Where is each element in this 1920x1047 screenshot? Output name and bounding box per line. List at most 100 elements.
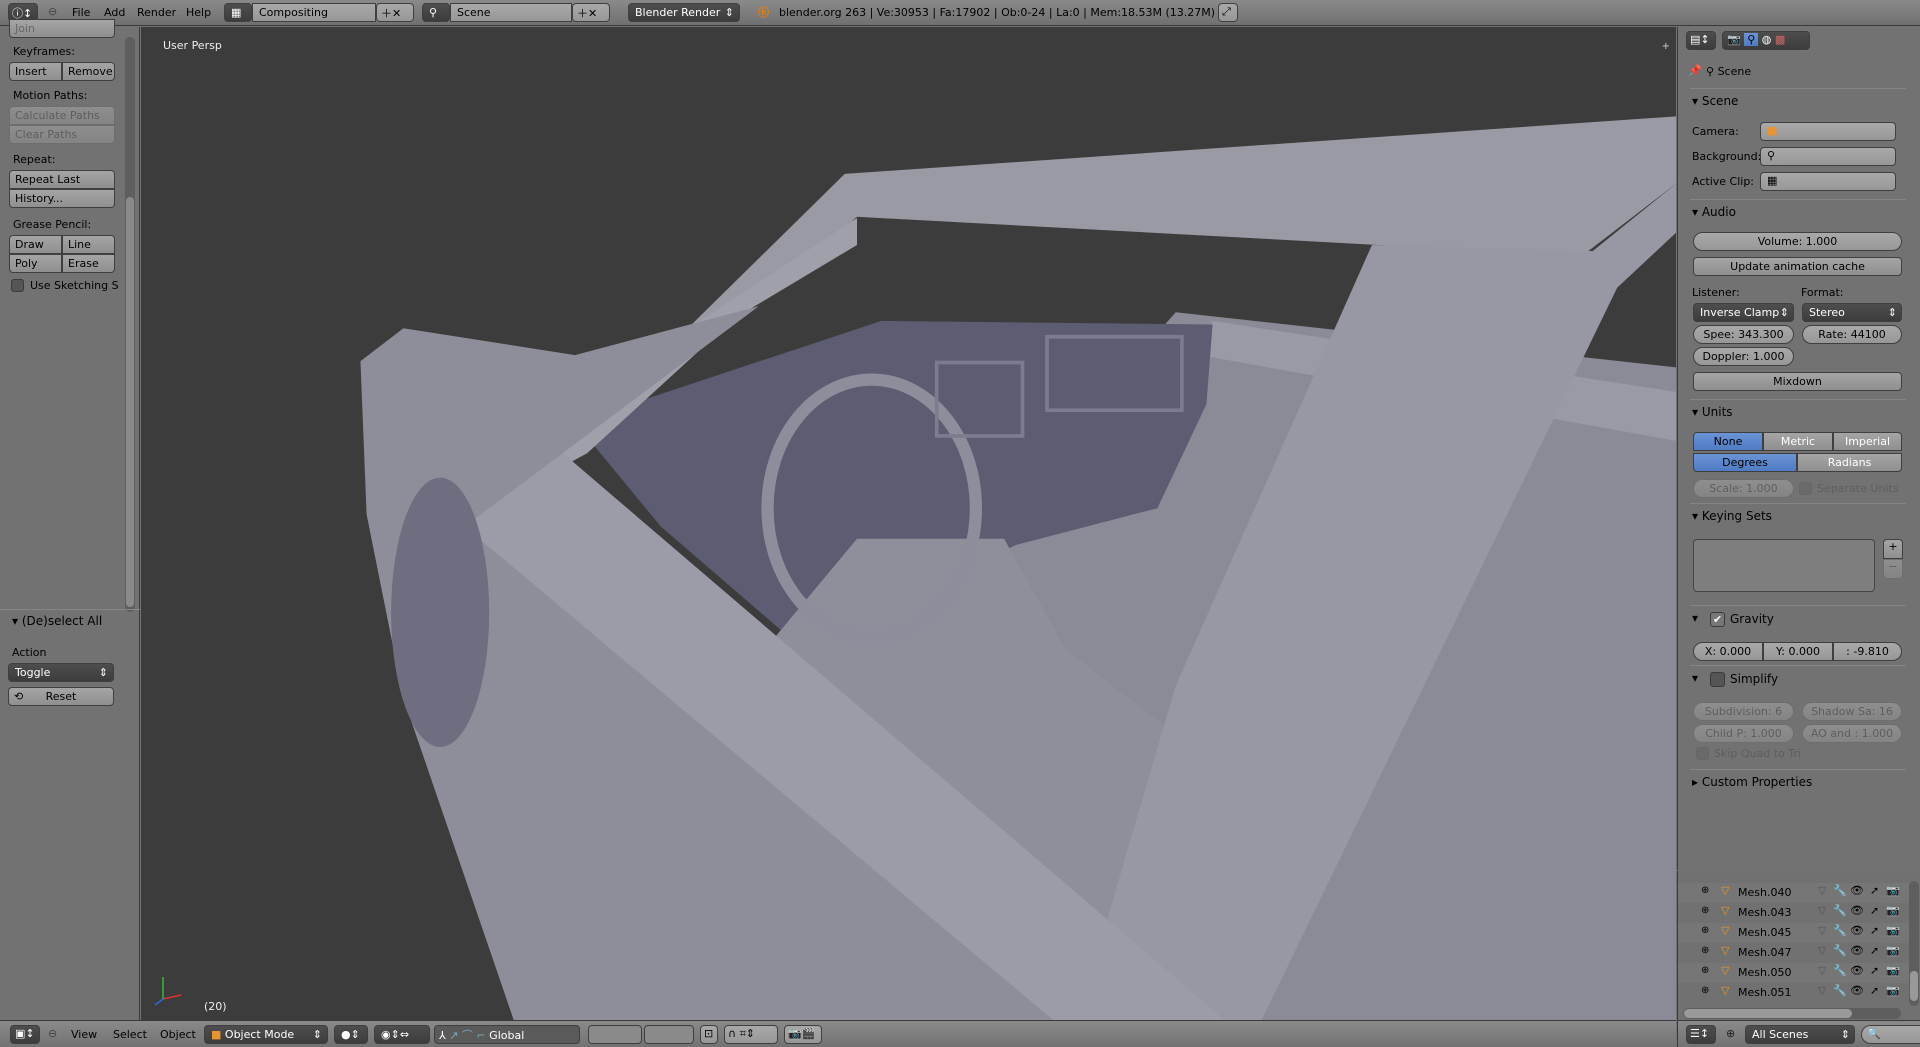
custom-properties-panel-header[interactable]: ▸ Custom Properties xyxy=(1692,775,1812,789)
lock-layers-icon[interactable]: ⊡ xyxy=(700,1025,718,1044)
scene-panel-header[interactable]: ▾ Scene xyxy=(1692,94,1738,108)
outliner-horizontal-scrollbar[interactable] xyxy=(1683,1008,1901,1019)
unit-metric-button[interactable]: Metric xyxy=(1763,432,1833,451)
degrees-button[interactable]: Degrees xyxy=(1693,453,1797,472)
camera-renderability-icon[interactable]: 📷 xyxy=(1886,964,1900,977)
properties-context-tabs[interactable]: 📷 ⚲ ◍ ▩ xyxy=(1722,31,1810,50)
expand-icon[interactable]: ⊕ xyxy=(1701,945,1709,956)
camera-renderability-icon[interactable]: 📷 xyxy=(1886,944,1900,957)
tool-shelf-scrollbar[interactable] xyxy=(125,37,135,612)
repeat-last-button[interactable]: Repeat Last xyxy=(9,170,115,189)
units-panel-header[interactable]: ▾ Units xyxy=(1692,405,1733,419)
translate-icon[interactable]: ↗ xyxy=(449,1029,458,1042)
viewport-shading-select[interactable]: ●⇕ xyxy=(334,1025,368,1044)
world-tab-icon[interactable]: ◍ xyxy=(1762,33,1772,46)
expand-icon[interactable]: ⊕ xyxy=(1701,925,1709,936)
magnet-icon[interactable]: ∩ xyxy=(728,1027,736,1040)
simplify-panel-header[interactable]: ▾ xyxy=(1692,671,1698,685)
outliner-item[interactable]: ⊕ ▽ Mesh.050 ▽ 🔧 👁 ➚ 📷 xyxy=(1678,963,1910,983)
rotate-icon[interactable]: ⌒ xyxy=(462,1029,473,1042)
pivot-point-select[interactable]: ◉⇕⇔ xyxy=(374,1025,430,1044)
camera-renderability-icon[interactable]: 📷 xyxy=(1886,904,1900,917)
unit-scale-field[interactable]: Scale: 1.000 xyxy=(1693,479,1794,498)
gravity-x-field[interactable]: X: 0.000 xyxy=(1693,642,1763,661)
camera-field[interactable]: ■ xyxy=(1760,122,1896,141)
outliner-item[interactable]: ⊕ ▽ Mesh.040 ▽ 🔧 👁 ➚ 📷 xyxy=(1678,883,1910,903)
erase-button[interactable]: Erase xyxy=(62,254,115,273)
remove-keying-set-icon[interactable]: − xyxy=(1883,559,1903,579)
orientation-value[interactable]: Global xyxy=(489,1029,524,1042)
insert-keyframe-button[interactable]: Insert xyxy=(9,62,62,81)
clear-paths-button[interactable]: Clear Paths xyxy=(9,125,115,144)
background-field[interactable]: ⚲ xyxy=(1760,147,1896,166)
menu-render[interactable]: Render xyxy=(137,6,176,19)
shadow-samples-field[interactable]: Shadow Sa: 16 xyxy=(1802,702,1902,721)
outliner-item-name[interactable]: Mesh.043 xyxy=(1738,906,1791,919)
menu-select[interactable]: Select xyxy=(113,1028,147,1041)
menu-add[interactable]: Add xyxy=(104,6,125,19)
collapse-menu-icon[interactable]: ⊕ xyxy=(1726,1027,1735,1040)
audio-panel-header[interactable]: ▾ Audio xyxy=(1692,205,1736,219)
close-icon[interactable]: ✕ xyxy=(392,7,401,20)
cursor-selectability-icon[interactable]: ➚ xyxy=(1870,924,1879,937)
gravity-panel-header[interactable]: ▾ xyxy=(1692,611,1698,625)
cursor-selectability-icon[interactable]: ➚ xyxy=(1870,904,1879,917)
speed-of-sound-field[interactable]: Spee: 343.300 xyxy=(1693,325,1794,344)
layers-grid-1[interactable] xyxy=(588,1025,642,1044)
render-engine-select[interactable]: Blender Render ⇕ xyxy=(628,3,740,22)
outliner-item[interactable]: ⊕ ▽ Mesh.043 ▽ 🔧 👁 ➚ 📷 xyxy=(1678,903,1910,923)
outliner-item[interactable]: ⊕ ▽ Mesh.045 ▽ 🔧 👁 ➚ 📷 xyxy=(1678,923,1910,943)
screen-layout-field[interactable]: Compositing xyxy=(252,3,376,22)
listener-select[interactable]: Inverse Clamp ⇕ xyxy=(1693,303,1794,322)
scale-icon[interactable]: ⌐ xyxy=(476,1029,485,1042)
draw-button[interactable]: Draw xyxy=(9,235,62,254)
line-button[interactable]: Line xyxy=(62,235,115,254)
outliner-item-name[interactable]: Mesh.050 xyxy=(1738,966,1791,979)
outliner-item[interactable]: ⊕ ▽ Mesh.047 ▽ 🔧 👁 ➚ 📷 xyxy=(1678,943,1910,963)
expand-icon[interactable]: ⊕ xyxy=(1701,885,1709,896)
cursor-selectability-icon[interactable]: ➚ xyxy=(1870,964,1879,977)
eye-visibility-icon[interactable]: 👁 xyxy=(1850,924,1864,937)
join-button[interactable]: Join xyxy=(9,19,115,38)
gravity-y-field[interactable]: Y: 0.000 xyxy=(1763,642,1833,661)
render-tab-icon[interactable]: 📷 xyxy=(1727,33,1741,46)
mode-select[interactable]: ■ Object Mode ⇕ xyxy=(204,1025,328,1044)
menu-file[interactable]: File xyxy=(72,6,90,19)
editor-type-properties-button[interactable]: ▤↕ xyxy=(1686,31,1716,50)
menu-view[interactable]: View xyxy=(71,1028,97,1041)
operator-panel-title[interactable]: ▾ (De)select All xyxy=(12,614,102,628)
subdivision-field[interactable]: Subdivision: 6 xyxy=(1693,702,1794,721)
format-select[interactable]: Stereo ⇕ xyxy=(1802,303,1902,322)
poly-button[interactable]: Poly xyxy=(9,254,62,273)
3d-viewport[interactable]: User Persp (20) + xyxy=(141,27,1676,1020)
unit-none-button[interactable]: None xyxy=(1693,432,1763,451)
rate-field[interactable]: Rate: 44100 xyxy=(1802,325,1902,344)
scene-add-remove[interactable]: ＋✕ xyxy=(572,3,610,22)
camera-renderability-icon[interactable]: 📷 xyxy=(1886,984,1900,997)
eye-visibility-icon[interactable]: 👁 xyxy=(1850,984,1864,997)
editor-type-outliner-button[interactable]: ☰↕ xyxy=(1686,1025,1716,1044)
scene-tab-icon[interactable]: ⚲ xyxy=(1744,33,1759,46)
outliner-item-name[interactable]: Mesh.045 xyxy=(1738,926,1791,939)
pin-icon[interactable]: 📌 xyxy=(1688,64,1702,77)
use-sketching-checkbox[interactable] xyxy=(11,279,24,292)
history-button[interactable]: History... xyxy=(9,189,115,208)
collapse-menu-icon[interactable]: ⊖ xyxy=(48,5,57,18)
doppler-field[interactable]: Doppler: 1.000 xyxy=(1693,347,1794,366)
fullscreen-icon[interactable]: ⤢ xyxy=(1218,3,1238,22)
snap-controls[interactable]: ∩ ⌗⇕ xyxy=(724,1025,778,1044)
calculate-paths-button[interactable]: Calculate Paths xyxy=(9,106,115,125)
outliner-item[interactable]: ⊕ ▽ Mesh.051 ▽ 🔧 👁 ➚ 📷 xyxy=(1678,983,1910,1003)
plus-icon[interactable]: ＋ xyxy=(577,7,588,20)
eye-visibility-icon[interactable]: 👁 xyxy=(1850,884,1864,897)
render-buttons[interactable]: 📷🎬 xyxy=(784,1025,822,1044)
cursor-selectability-icon[interactable]: ➚ xyxy=(1870,944,1879,957)
render-camera-icon[interactable]: 📷 xyxy=(788,1027,802,1040)
menu-help[interactable]: Help xyxy=(186,6,211,19)
add-keying-set-icon[interactable]: + xyxy=(1883,539,1903,559)
screen-layout-icon[interactable]: ▦ xyxy=(224,3,252,22)
snap-element-icon[interactable]: ⌗⇕ xyxy=(740,1027,755,1040)
volume-slider[interactable]: Volume: 1.000 xyxy=(1693,232,1902,251)
keying-sets-panel-header[interactable]: ▾ Keying Sets xyxy=(1692,509,1772,523)
expand-icon[interactable]: ⊕ xyxy=(1701,985,1709,996)
